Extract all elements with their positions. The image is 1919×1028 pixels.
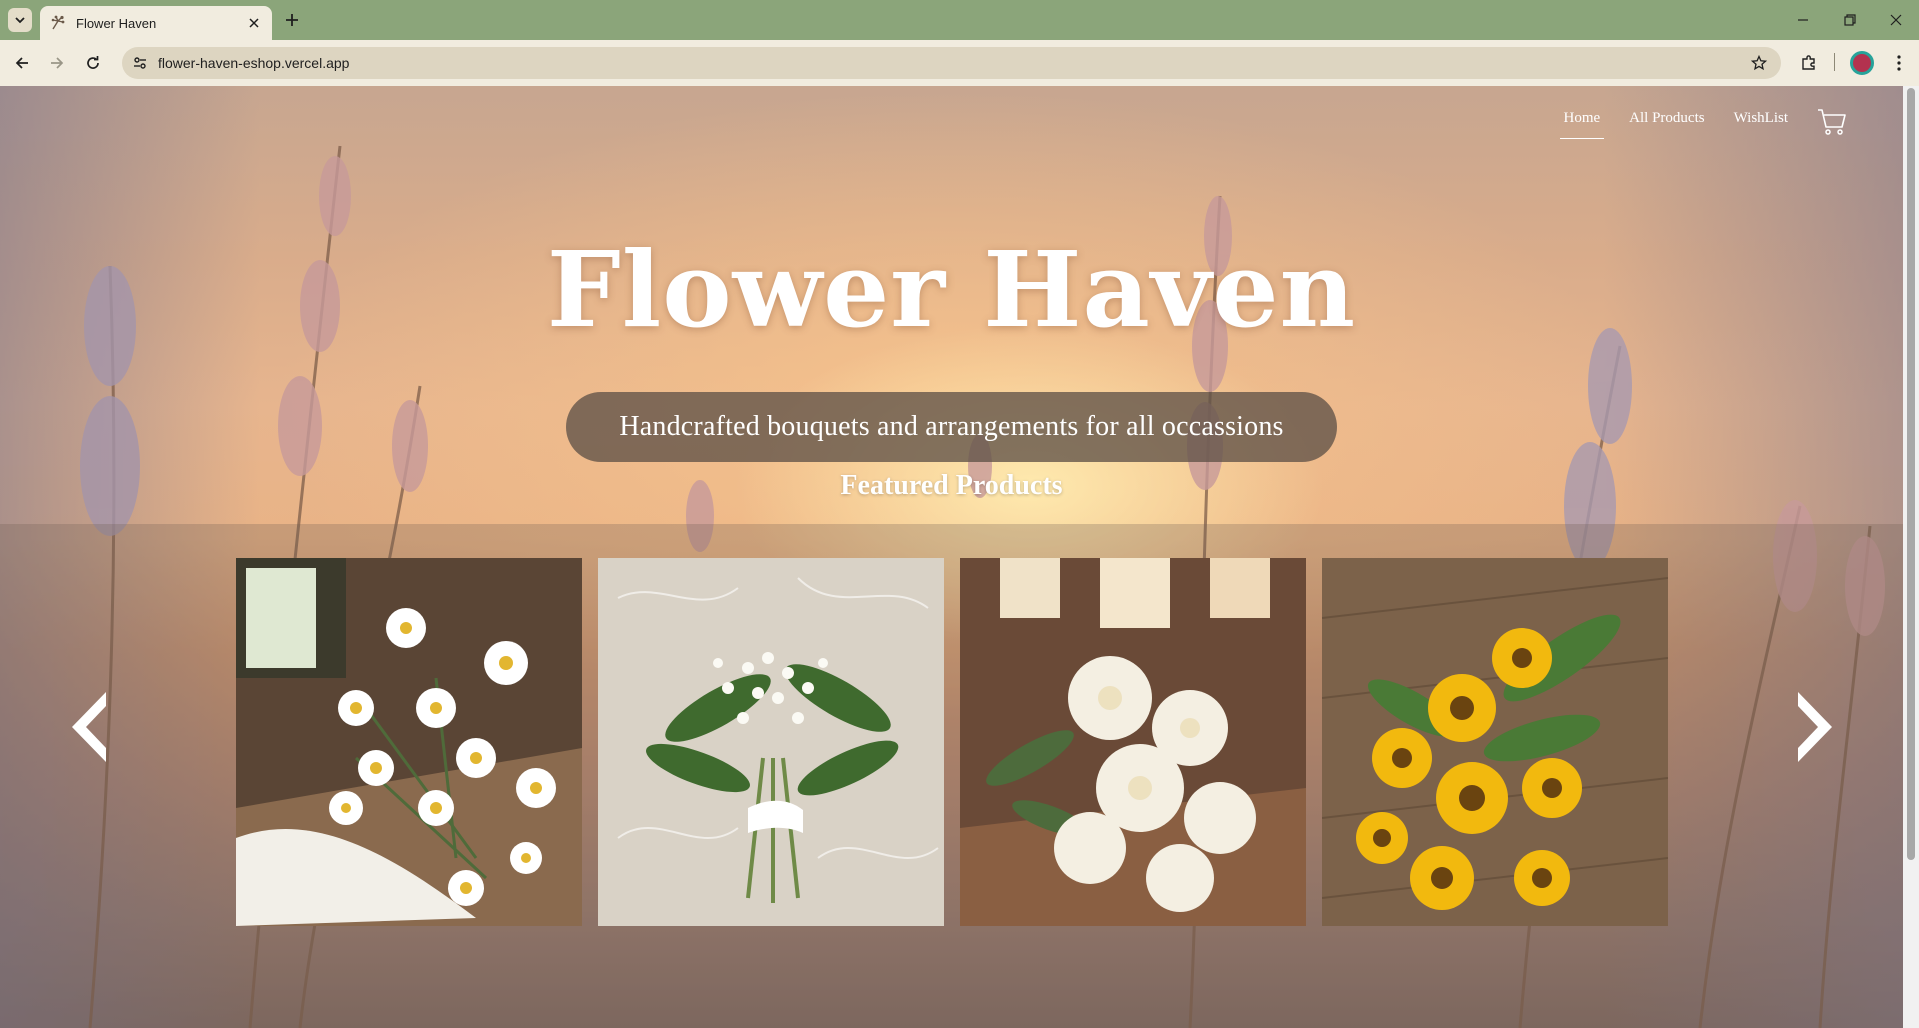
restore-button[interactable] [1827,0,1873,40]
minimize-icon [1798,19,1808,21]
cart-icon[interactable] [1816,107,1848,137]
browser-menu-button[interactable] [1885,49,1913,77]
tab-title: Flower Haven [76,15,157,31]
forward-button[interactable] [43,49,71,77]
back-button[interactable] [8,49,36,77]
page-scrollbar[interactable] [1903,86,1919,1028]
back-arrow-icon [15,57,28,69]
product-card[interactable] [598,558,944,926]
hero-tagline: Handcrafted bouquets and arrangements fo… [619,411,1284,442]
tune-icon [134,57,146,69]
close-icon [1890,14,1902,26]
browser-tab-strip: Flower Haven [0,0,1919,40]
minimize-button[interactable] [1780,0,1826,40]
dandelion-icon [51,15,65,30]
plus-icon [286,14,298,26]
reload-icon [87,56,99,69]
product-card[interactable] [960,558,1306,926]
bookmark-button[interactable] [1745,49,1773,77]
browser-tab[interactable]: Flower Haven [40,6,272,40]
address-bar[interactable]: flower-haven-eshop.vercel.app [122,47,1781,79]
site-navbar: Home All Products WishList [1539,106,1849,139]
chevron-left-icon[interactable] [66,688,114,766]
new-tab-button[interactable] [280,8,304,32]
star-icon [1751,55,1767,71]
site-info-button[interactable] [126,49,154,77]
product-image-sunflowers [1322,558,1668,926]
tab-search-button[interactable] [8,8,32,32]
nav-link-wishlist[interactable]: WishList [1730,106,1792,137]
browser-toolbar: flower-haven-eshop.vercel.app [0,40,1919,86]
kebab-menu-icon [1897,55,1901,71]
forward-arrow-icon [51,57,64,69]
extensions-button[interactable] [1795,49,1823,77]
close-tab-button[interactable] [246,15,262,31]
product-card[interactable] [236,558,582,926]
close-icon [249,18,259,28]
featured-heading: Featured Products [840,470,1063,501]
profile-avatar[interactable] [1850,51,1874,75]
product-card[interactable] [1322,558,1668,926]
hero-title: Flower Haven [546,228,1357,351]
window-close-button[interactable] [1873,0,1919,40]
product-image-chrysanthemums [960,558,1306,926]
chevron-right-icon[interactable] [1790,688,1838,766]
nav-link-home[interactable]: Home [1559,106,1605,139]
chevron-down-icon [15,17,25,24]
product-image-lily-bouquet [598,558,944,926]
scrollbar-thumb[interactable] [1907,88,1915,860]
product-image-daisies [236,558,582,926]
restore-icon [1844,14,1856,26]
hero-tagline-pill: Handcrafted bouquets and arrangements fo… [566,392,1337,462]
url-text: flower-haven-eshop.vercel.app [158,55,350,71]
puzzle-icon [1802,55,1815,70]
reload-button[interactable] [79,49,107,77]
nav-link-all-products[interactable]: All Products [1625,106,1708,137]
toolbar-separator [1834,53,1835,71]
